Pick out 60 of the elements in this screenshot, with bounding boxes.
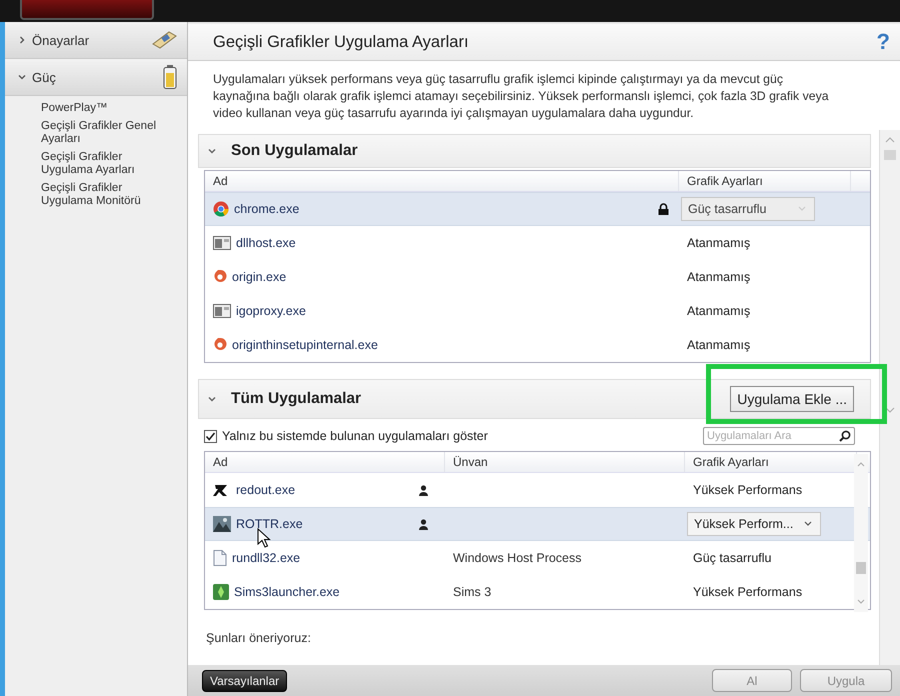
column-header[interactable]: Grafik Ayarları [679, 171, 851, 191]
app-name: Sims3launcher.exe [234, 585, 340, 599]
section-header[interactable]: Son Uygulamalar [198, 134, 871, 168]
app-name: rundll32.exe [232, 551, 300, 565]
column-header[interactable]: Ünvan [445, 452, 685, 472]
app-name: ROTTR.exe [236, 517, 303, 531]
table-cell-text: Atanmamış [686, 270, 752, 284]
diamond-app-icon [213, 584, 229, 600]
origin-icon [213, 269, 227, 285]
table-cell-text: Atanmamış [686, 236, 752, 250]
table-cell-text: Yüksek Performans [692, 585, 804, 599]
table-cell-text: Atanmamış [686, 338, 752, 352]
defaults-button[interactable]: Varsayılanlar [202, 670, 288, 692]
graphics-card-icon [151, 30, 177, 50]
window-icon [213, 304, 231, 318]
column-header[interactable]: Ad [205, 452, 445, 472]
origin-icon [213, 337, 227, 353]
sidebar-link[interactable]: Geçişli Grafikler Uygulama Monitörü [41, 182, 187, 208]
caret-down-icon [804, 521, 812, 527]
battery-icon [163, 65, 177, 89]
table-row[interactable]: origin.exe Atanmamış [205, 260, 870, 294]
sidebar-link[interactable]: Geçişli Grafikler Genel Ayarları [41, 120, 187, 146]
description-text: Uygulamaları yüksek performans veya güç tasarruflu grafik işlemci kipinde çalıştırmayı ya da mevcut güç kaynağına bağlı olarak grafik işlemci atamayı seçebilirsiniz. Yüksek performanslı işlemci, çok fazla 3D grafik veya video kullanan veya güç tasarrufu ayarında iyi çalışmayan uygulamalara daha uygundur. [188, 61, 900, 130]
app-name: igoproxy.exe [236, 304, 306, 318]
graphics-setting-dropdown[interactable]: Güç tasarruflu [681, 197, 815, 221]
table-cell-text: Windows Host Process [452, 551, 583, 565]
window-icon [213, 236, 231, 250]
table-row[interactable]: redout.exe Yüksek Performans [205, 473, 870, 507]
app-name: origin.exe [232, 270, 286, 284]
section-title: Şunları öneriyoruz: [206, 630, 312, 646]
help-button[interactable]: ? [876, 29, 890, 55]
table-row[interactable]: rundll32.exe Windows Host Process Güç tasarruflu [205, 541, 870, 575]
table-cell-text: Atanmamış [686, 304, 752, 318]
game-thumbnail-icon [213, 516, 231, 532]
section-header[interactable]: Tüm Uygulamalar Uygulama Ekle ... [198, 379, 871, 419]
table-row[interactable]: chrome.exe Güç tasarruflu [205, 192, 870, 226]
table-row[interactable]: igoproxy.exe Atanmamış [205, 294, 870, 328]
search-field[interactable]: Uygulamaları Ara [703, 427, 855, 445]
table-row[interactable]: originthinsetupinternal.exe Atanmamış [205, 328, 870, 362]
table-cell-text: Güç tasarruflu [692, 551, 773, 565]
checkbox[interactable] [204, 430, 217, 442]
file-icon [213, 550, 227, 566]
table-cell-text: Sims 3 [452, 585, 492, 599]
table-row[interactable]: dllhost.exe Atanmamış [205, 226, 870, 260]
app-name: redout.exe [236, 483, 296, 497]
app-name: dllhost.exe [236, 236, 296, 250]
column-header[interactable]: Ad [205, 171, 679, 191]
app-name: chrome.exe [234, 202, 300, 216]
add-application-button[interactable]: Uygulama Ekle ... [730, 386, 854, 412]
table-row[interactable]: Sims3launcher.exe Sims 3 Yüksek Performans [205, 575, 870, 609]
sidebar-link[interactable]: Geçişli Grafikler Uygulama Ayarları [41, 151, 187, 177]
graphics-setting-dropdown[interactable]: Yüksek Perform... [687, 512, 821, 536]
page-title: Geçişli Grafikler Uygulama Ayarları [213, 32, 469, 52]
app-name: originthinsetupinternal.exe [232, 338, 378, 352]
checkbox-label: Yalnız bu sistemde bulunan uygulamaları göster [222, 429, 488, 443]
sidebar-link[interactable]: PowerPlay™ [41, 102, 187, 115]
search-icon [839, 430, 851, 442]
chrome-browser-icon [213, 201, 229, 217]
caret-down-icon [798, 206, 806, 212]
table-cell-text: Yüksek Performans [692, 483, 804, 497]
